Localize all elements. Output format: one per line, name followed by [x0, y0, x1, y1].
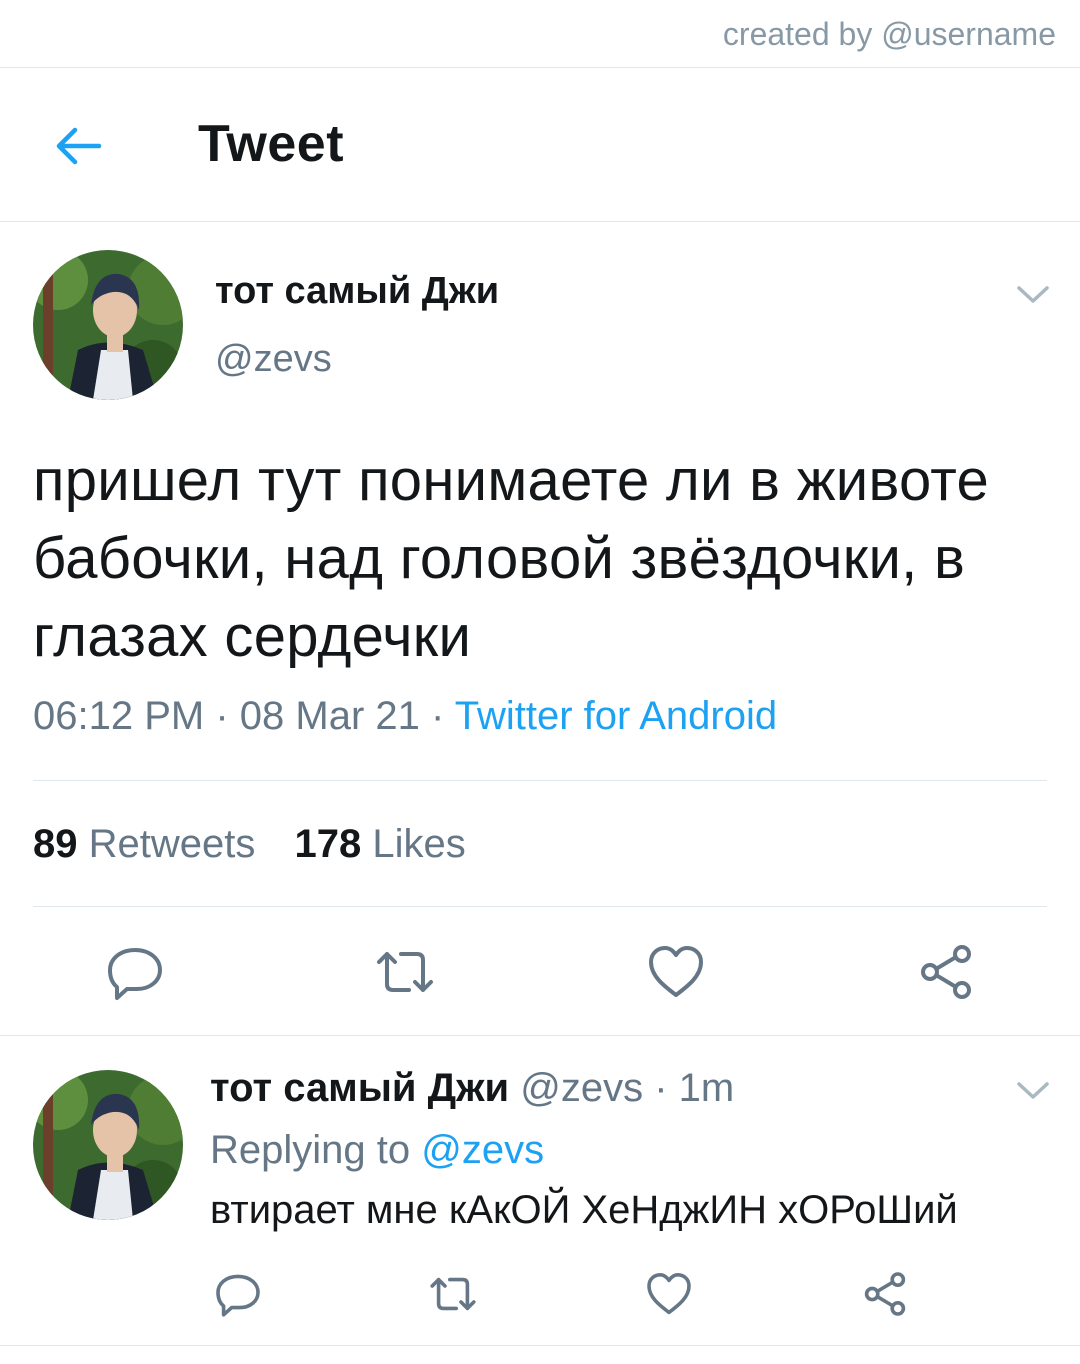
- more-options-button[interactable]: [1013, 274, 1053, 314]
- tweet-date: 08 Mar 21: [239, 694, 420, 738]
- retweet-button[interactable]: [427, 1268, 479, 1320]
- replying-mention[interactable]: @zevs: [421, 1128, 544, 1172]
- retweet-button[interactable]: [373, 940, 437, 1004]
- retweet-icon: [430, 1277, 476, 1311]
- avatar[interactable]: [33, 1070, 183, 1220]
- tweet-meta: 06:12 PM · 08 Mar 21 · Twitter for Andro…: [33, 694, 777, 739]
- replying-to: Replying to @zevs: [210, 1128, 544, 1173]
- arrow-left-icon: [56, 127, 102, 165]
- chevron-down-icon: [1017, 1082, 1049, 1099]
- like-icon: [647, 1273, 691, 1315]
- retweets-count: 89: [33, 822, 78, 866]
- chevron-down-icon: [1017, 286, 1049, 303]
- back-button[interactable]: [48, 116, 108, 176]
- top-bar: Tweet: [0, 68, 1080, 222]
- reply-author-name[interactable]: тот самый Джи: [210, 1066, 509, 1110]
- author-name[interactable]: тот самый Джи: [215, 270, 499, 313]
- tweet-source-link[interactable]: Twitter for Android: [455, 694, 777, 738]
- reply-header: тот самый Джи @zevs · 1m: [210, 1066, 734, 1111]
- like-icon: [649, 946, 703, 997]
- reply-button[interactable]: [103, 940, 167, 1004]
- reply-author-handle[interactable]: @zevs: [520, 1066, 643, 1110]
- share-button[interactable]: [859, 1268, 911, 1320]
- like-button[interactable]: [644, 940, 708, 1004]
- author-handle[interactable]: @zevs: [215, 338, 332, 381]
- reply-text: втирает мне кАкОЙ ХеНджИН хОРоШий: [210, 1188, 958, 1232]
- main-tweet: тот самый Джи @zevs пришел тут понимаете…: [0, 222, 1080, 1036]
- replying-label: Replying to: [210, 1128, 411, 1172]
- meta-separator: ·: [431, 694, 445, 738]
- divider: [33, 906, 1047, 907]
- likes-label: Likes: [372, 822, 466, 866]
- watermark: created by @username: [722, 16, 1056, 52]
- likes-count: 178: [294, 822, 362, 866]
- watermark-bar: created by @username: [0, 0, 1080, 68]
- retweet-icon: [377, 952, 433, 992]
- page-title: Tweet: [198, 115, 345, 173]
- tweet-stats: 89 Retweets 178 Likes: [33, 822, 466, 867]
- share-icon: [864, 1272, 906, 1316]
- meta-separator: ·: [215, 694, 229, 738]
- retweets-stat[interactable]: 89 Retweets: [33, 822, 267, 866]
- tweet-text: пришел тут понимаете ли в животе бабочки…: [33, 448, 990, 669]
- reply-time: 1m: [678, 1066, 735, 1110]
- avatar[interactable]: [33, 250, 183, 400]
- reply-button[interactable]: [212, 1268, 264, 1320]
- reply-icon: [216, 1274, 260, 1317]
- reply-tweet[interactable]: тот самый Джи @zevs · 1m Replying to @ze…: [0, 1036, 1080, 1346]
- reply-icon: [108, 948, 162, 1000]
- more-options-button[interactable]: [1013, 1070, 1053, 1110]
- meta-separator: ·: [654, 1066, 668, 1110]
- tweet-time: 06:12 PM: [33, 694, 205, 738]
- retweets-label: Retweets: [88, 822, 256, 866]
- share-button[interactable]: [914, 940, 978, 1004]
- divider: [33, 780, 1047, 781]
- share-icon: [921, 945, 971, 999]
- like-button[interactable]: [643, 1268, 695, 1320]
- likes-stat[interactable]: 178 Likes: [295, 822, 466, 866]
